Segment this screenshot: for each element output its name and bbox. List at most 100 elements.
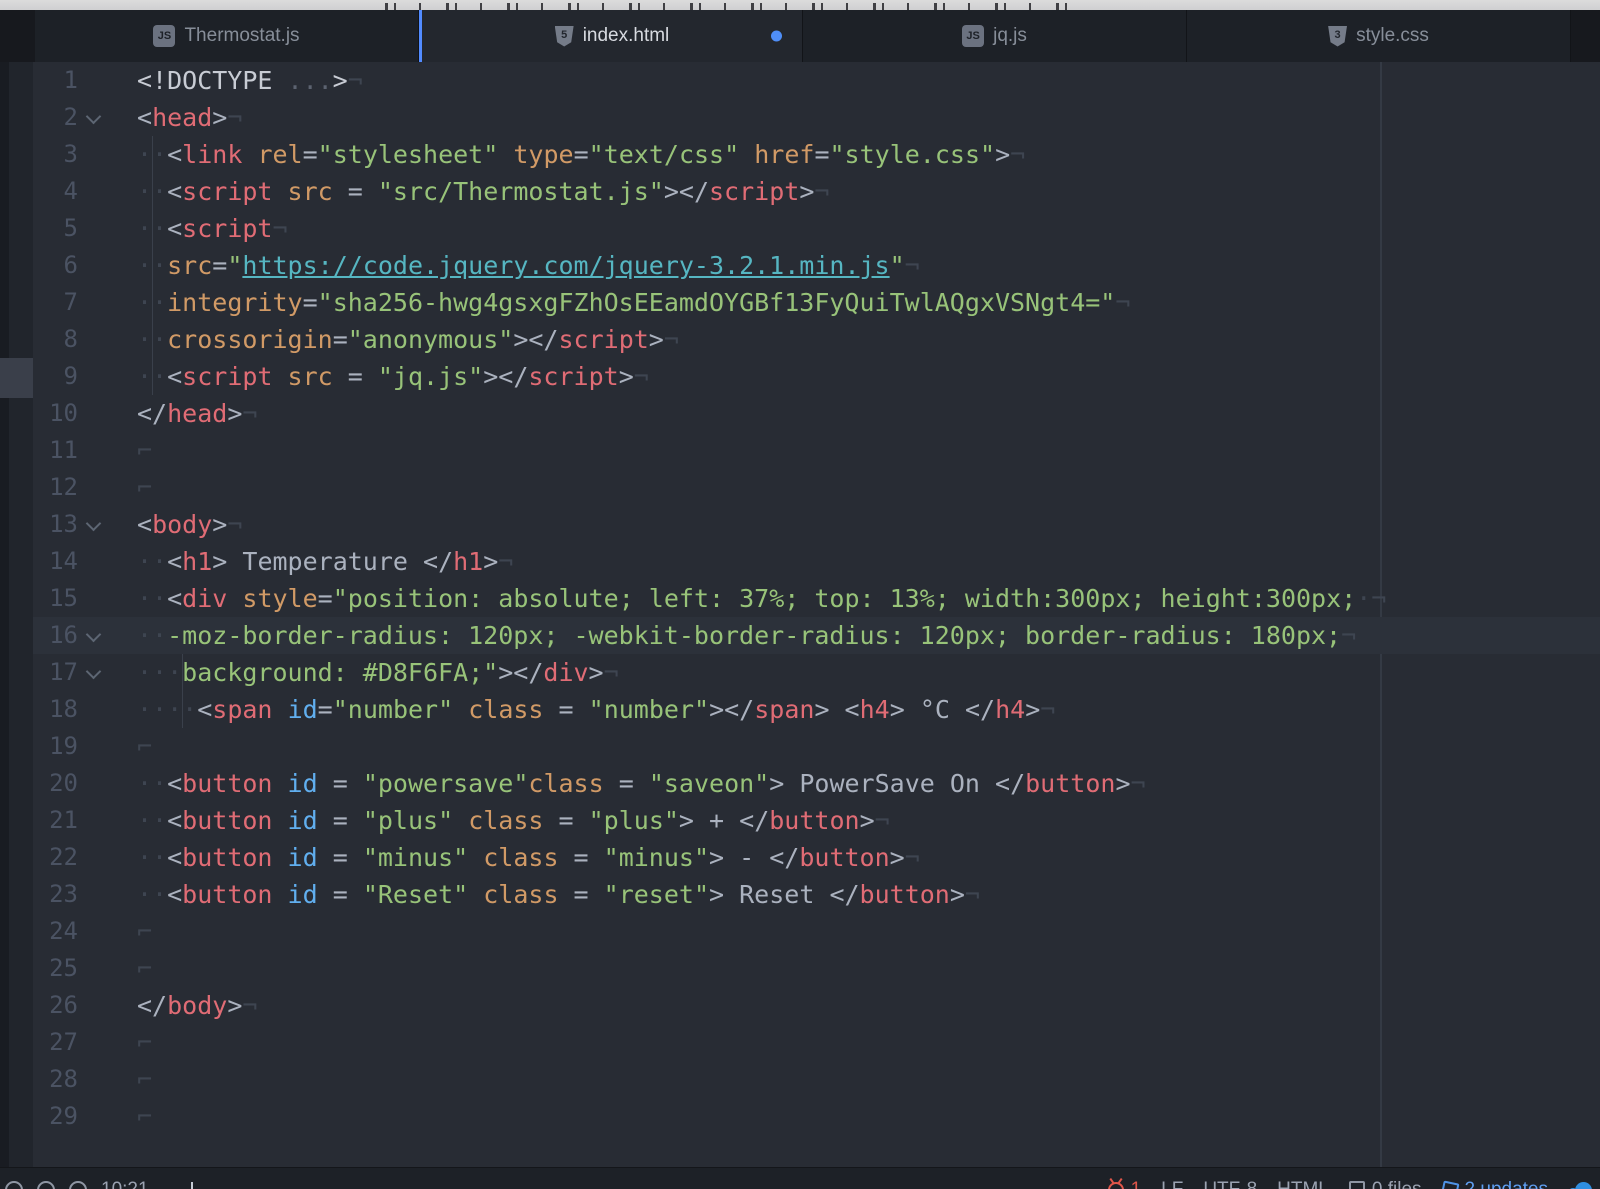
code-text[interactable]: ··<h1> Temperature </h1>¬ [137,543,1600,580]
line-number[interactable]: 25 [33,950,78,987]
grammar-indicator[interactable]: HTML [1277,1179,1329,1189]
line-number[interactable]: 14 [33,543,78,580]
code-line[interactable]: 10 </head>¬ [33,395,1600,432]
line-number[interactable]: 19 [33,728,78,765]
code-text[interactable]: ··-moz-border-radius: 120px; -webkit-bor… [137,617,1600,654]
code-line[interactable]: 17 ···background: #D8F6FA;"></div>¬ [33,654,1600,691]
code-line[interactable]: 20 ··<button id = "powersave"class = "sav… [33,765,1600,802]
code-text[interactable]: ··<div style="position: absolute; left: … [137,580,1600,617]
code-line[interactable]: 2 <head>¬ [33,99,1600,136]
tab-thermostat-js[interactable]: JSThermostat.js [35,10,419,62]
code-line[interactable]: 19 ¬ [33,728,1600,765]
code-text[interactable]: ··integrity="sha256-hwg4gsxgFZhOsEEamdOY… [137,284,1600,321]
code-line[interactable]: 13 <body>¬ [33,506,1600,543]
code-text[interactable]: ¬ [137,728,1600,765]
code-text[interactable]: ··crossorigin="anonymous"></script>¬ [137,321,1600,358]
code-text[interactable]: ¬ [137,1024,1600,1061]
line-number[interactable]: 17 [33,654,78,691]
line-ending-indicator[interactable]: LF [1161,1179,1183,1189]
code-line[interactable]: 27 ¬ [33,1024,1600,1061]
code-text[interactable]: ¬ [137,432,1600,469]
code-line[interactable]: 14 ··<h1> Temperature </h1>¬ [33,543,1600,580]
fold-chevron-icon[interactable] [86,627,102,643]
line-number[interactable]: 23 [33,876,78,913]
code-text[interactable]: ··src="https://code.jquery.com/jquery-3.… [137,247,1600,284]
line-number[interactable]: 24 [33,913,78,950]
code-text[interactable]: ··<script¬ [137,210,1600,247]
code-line[interactable]: 5 ··<script¬ [33,210,1600,247]
code-text[interactable]: </head>¬ [137,395,1600,432]
encoding-indicator[interactable]: UTF-8 [1203,1179,1257,1189]
lint-errors[interactable]: 1 [1108,1179,1142,1189]
code-line[interactable]: 24 ¬ [33,913,1600,950]
line-number[interactable]: 26 [33,987,78,1024]
code-line[interactable]: 26</body>¬ [33,987,1600,1024]
status-circle-icon[interactable] [69,1181,87,1189]
fold-chevron-icon[interactable] [86,109,102,125]
line-number[interactable]: 11 [33,432,78,469]
code-line[interactable]: 6 ··src="https://code.jquery.com/jquery-3… [33,247,1600,284]
code-line[interactable]: 4 ··<script src = "src/Thermostat.js"></s… [33,173,1600,210]
code-line[interactable]: 16 ··-moz-border-radius: 120px; -webkit-b… [33,617,1600,654]
code-line[interactable]: 3 ··<link rel="stylesheet" type="text/css… [33,136,1600,173]
code-text[interactable]: ··<link rel="stylesheet" type="text/css"… [137,136,1600,173]
status-circle-icon[interactable] [37,1181,55,1189]
code-line[interactable]: 23 ··<button id = "Reset" class = "reset"… [33,876,1600,913]
code-line[interactable]: 22··<button id = "minus" class = "minus"… [33,839,1600,876]
cursor-position[interactable]: 10:21 [101,1179,149,1189]
line-number[interactable]: 18 [33,691,78,728]
line-number[interactable]: 12 [33,469,78,506]
line-number[interactable]: 10 [33,395,78,432]
code-text[interactable]: <!DOCTYPE ...>¬ [137,62,1600,99]
code-text[interactable]: ··<button id = "plus" class = "plus"> + … [137,802,1600,839]
code-text[interactable]: ····<span id="number" class = "number"><… [137,691,1600,728]
line-number[interactable]: 3 [33,136,78,173]
line-number[interactable]: 27 [33,1024,78,1061]
code-text[interactable]: ¬ [137,950,1600,987]
text-editor[interactable]: 1 <!DOCTYPE ...>¬ 2 <head>¬ 3 ··<link rel="st… [33,62,1600,1167]
line-number[interactable]: 22 [33,839,78,876]
line-number[interactable]: 4 [33,173,78,210]
code-text[interactable]: ¬ [137,469,1600,506]
line-number[interactable]: 7 [33,284,78,321]
line-number[interactable]: 16 [33,617,78,654]
code-text[interactable]: ¬ [137,1061,1600,1098]
fold-chevron-icon[interactable] [86,516,102,532]
line-number[interactable]: 20 [33,765,78,802]
code-text[interactable]: ··<button id = "Reset" class = "reset"> … [137,876,1600,913]
code-line[interactable]: 15··<div style="position: absolute; left… [33,580,1600,617]
code-line[interactable]: 18 ····<span id="number" class = "number"… [33,691,1600,728]
code-text[interactable]: <body>¬ [137,506,1600,543]
code-line[interactable]: 8 ··crossorigin="anonymous"></script>¬ [33,321,1600,358]
fold-chevron-icon[interactable] [86,664,102,680]
code-text[interactable]: <head>¬ [137,99,1600,136]
line-number[interactable]: 8 [33,321,78,358]
code-line[interactable]: 1 <!DOCTYPE ...>¬ [33,62,1600,99]
code-text[interactable]: ··<script src = "src/Thermostat.js"></sc… [137,173,1600,210]
code-line[interactable]: 29¬ [33,1098,1600,1135]
line-number[interactable]: 1 [33,62,78,99]
tab-index-html[interactable]: 5index.html [419,10,803,62]
line-number[interactable]: 21 [33,802,78,839]
code-text[interactable]: ¬ [137,913,1600,950]
tab-jq-js[interactable]: JSjq.js [803,10,1187,62]
code-line[interactable]: 21 ··<button id = "plus" class = "plus"> … [33,802,1600,839]
code-text[interactable]: ¬ [137,1098,1600,1135]
line-number[interactable]: 6 [33,247,78,284]
code-line[interactable]: 7 ··integrity="sha256-hwg4gsxgFZhOsEEamdO… [33,284,1600,321]
notification-icon[interactable] [1568,1182,1592,1189]
code-text[interactable]: ··<button id = "powersave"class = "saveo… [137,765,1600,802]
status-circle-icon[interactable] [5,1181,23,1189]
code-line[interactable]: 9 ··<script src = "jq.js"></script>¬ [33,358,1600,395]
tab-style-css[interactable]: 3style.css [1187,10,1571,62]
line-number[interactable]: 28 [33,1061,78,1098]
code-text[interactable]: ··<script src = "jq.js"></script>¬ [137,358,1600,395]
line-number[interactable]: 2 [33,99,78,136]
code-line[interactable]: 28 ¬ [33,1061,1600,1098]
line-number[interactable]: 9 [33,358,78,395]
line-number[interactable]: 13 [33,506,78,543]
git-status[interactable]: 0 files [1349,1179,1422,1189]
code-text[interactable]: ···background: #D8F6FA;"></div>¬ [137,654,1600,691]
line-number[interactable]: 5 [33,210,78,247]
code-line[interactable]: 12 ¬ [33,469,1600,506]
